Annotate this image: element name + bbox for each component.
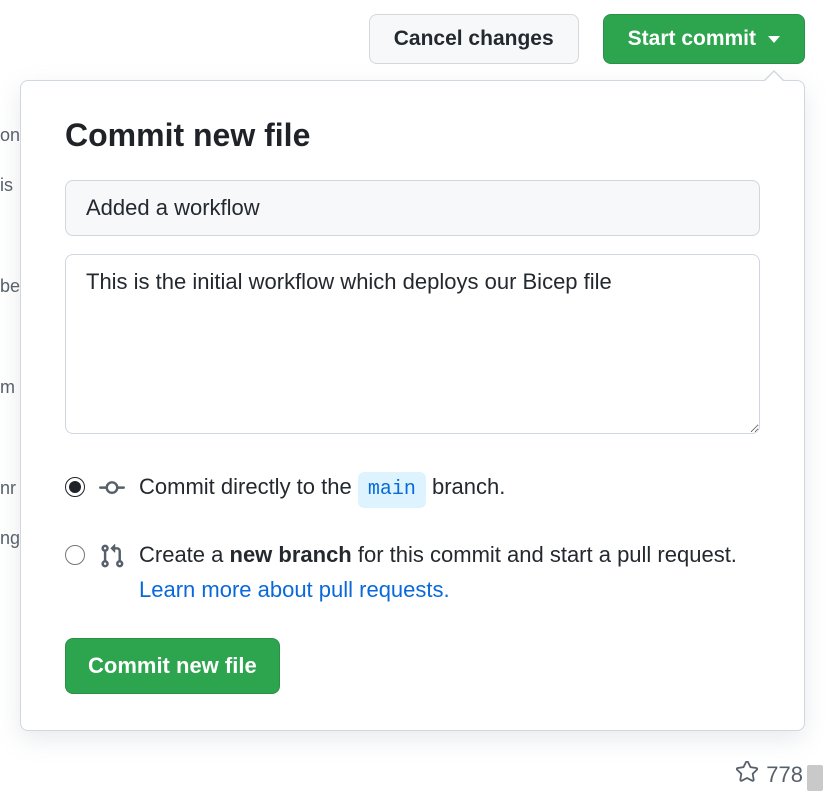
radio-direct-suffix: branch. (432, 474, 505, 499)
star-icon (736, 761, 758, 789)
commit-description-textarea[interactable]: This is the initial workflow which deplo… (65, 254, 760, 434)
star-count: 778 (766, 762, 803, 788)
top-action-bar: Cancel changes Start commit (0, 0, 825, 78)
cancel-changes-label: Cancel changes (394, 27, 554, 51)
background-star-count: 778 (736, 761, 803, 789)
radio-new-branch[interactable]: Create a new branch for this commit and … (65, 537, 760, 607)
learn-more-link[interactable]: Learn more about pull requests. (139, 577, 450, 602)
cancel-changes-button[interactable]: Cancel changes (369, 14, 579, 64)
commit-new-file-label: Commit new file (88, 653, 257, 678)
commit-title-input[interactable] (65, 180, 760, 236)
radio-new-branch-prefix: Create a (139, 542, 230, 567)
radio-commit-direct[interactable]: Commit directly to the main branch. (65, 469, 760, 511)
chevron-down-icon (768, 36, 780, 43)
scrollbar-thumb[interactable] (807, 765, 823, 791)
radio-commit-direct-input[interactable] (65, 477, 85, 497)
radio-commit-direct-text: Commit directly to the main branch. (139, 469, 760, 508)
git-commit-icon (99, 475, 125, 511)
radio-new-branch-suffix: for this commit and start a pull request… (358, 542, 737, 567)
radio-new-branch-bold: new branch (230, 542, 352, 567)
commit-popover: Commit new file This is the initial work… (20, 80, 805, 731)
radio-new-branch-text: Create a new branch for this commit and … (139, 537, 760, 607)
start-commit-label: Start commit (628, 27, 756, 51)
popover-arrow (763, 70, 785, 81)
commit-target-radio-group: Commit directly to the main branch. Crea… (65, 469, 760, 608)
popover-heading: Commit new file (65, 117, 760, 154)
branch-chip: main (358, 472, 426, 508)
radio-new-branch-input[interactable] (65, 545, 85, 565)
git-pull-request-icon (99, 543, 125, 579)
radio-direct-prefix: Commit directly to the (139, 474, 358, 499)
commit-new-file-button[interactable]: Commit new file (65, 638, 280, 694)
start-commit-button[interactable]: Start commit (603, 14, 805, 64)
